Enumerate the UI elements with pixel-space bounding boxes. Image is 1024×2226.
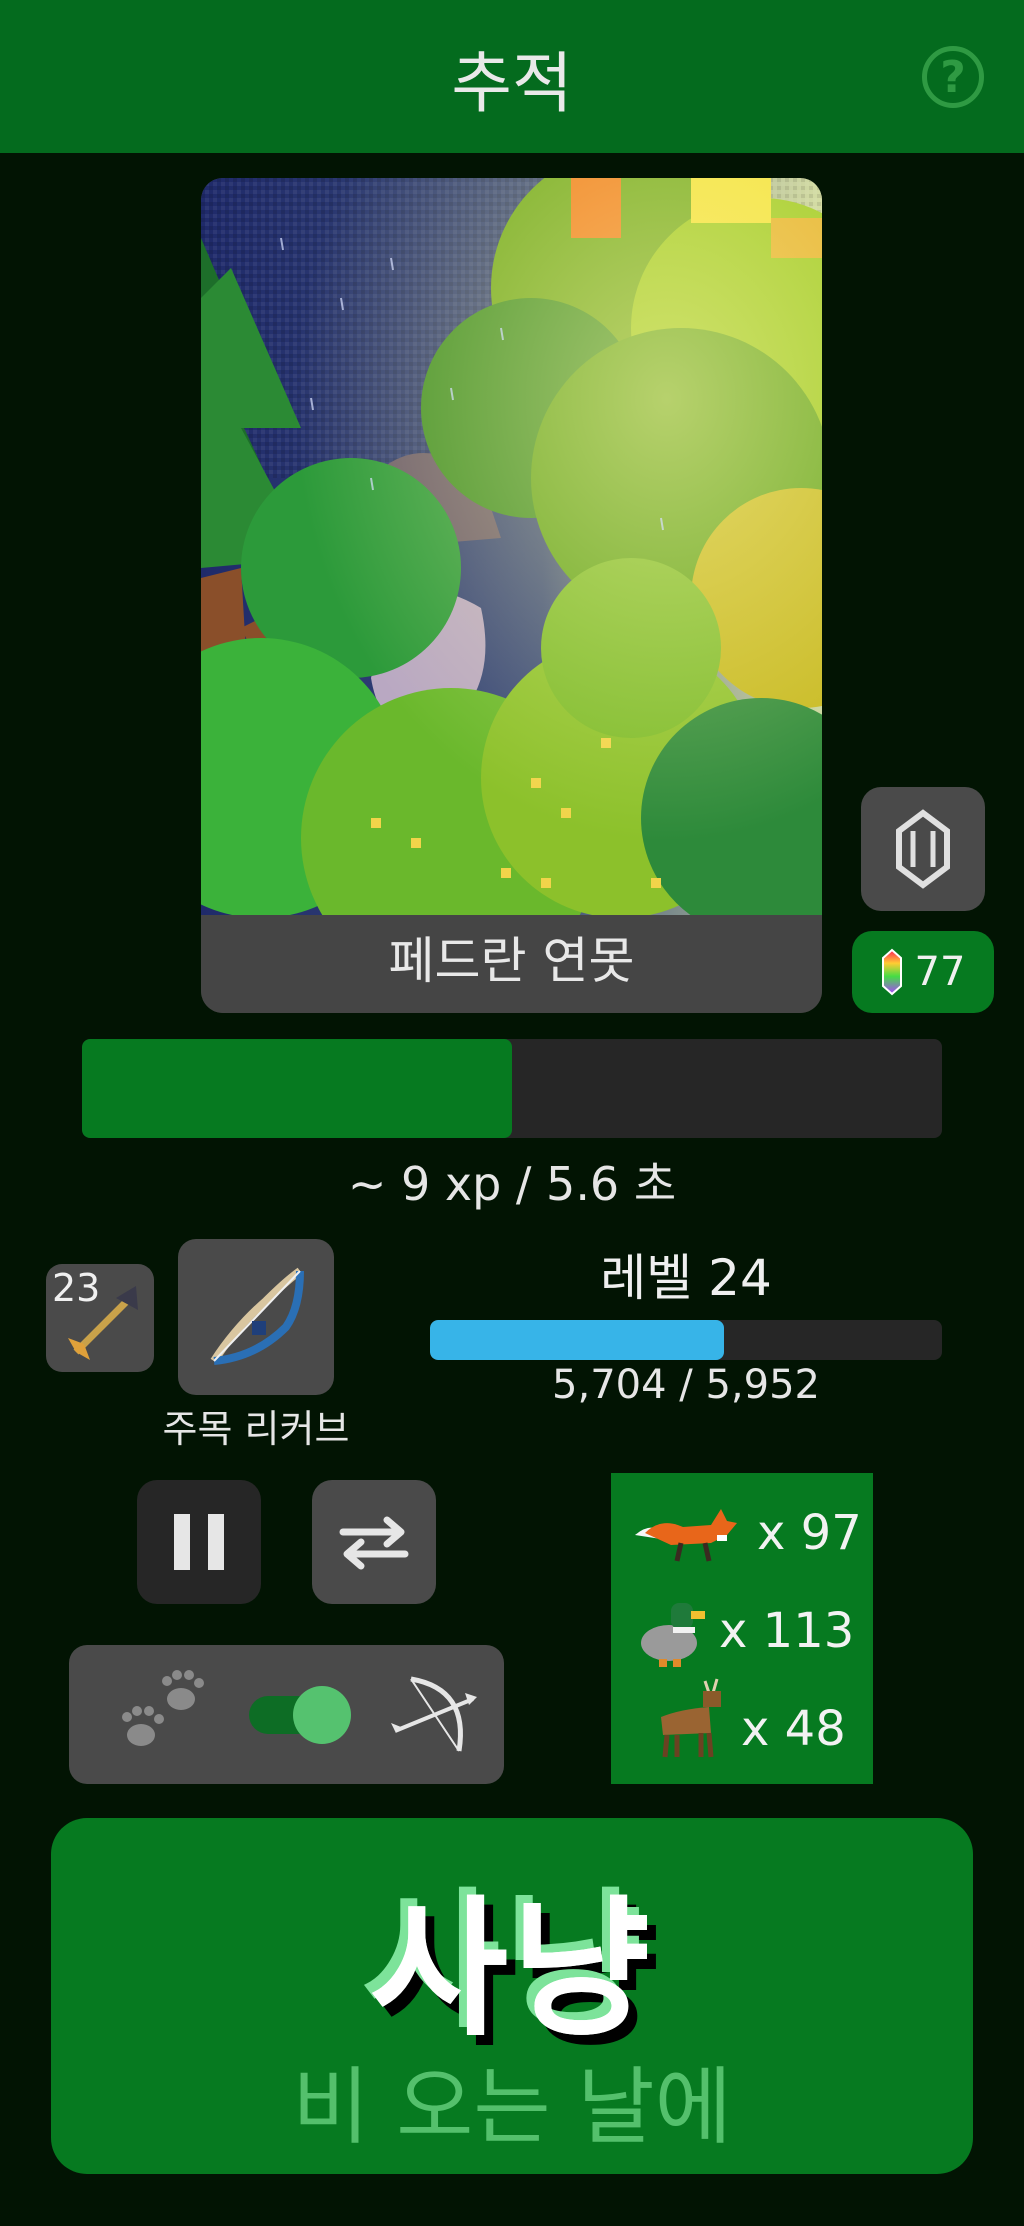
rainbow-crystal-icon <box>881 948 902 996</box>
deer-count: x 48 <box>741 1701 846 1757</box>
xp-progress-bar <box>430 1320 942 1360</box>
xp-progress-text: 5,704 / 5,952 <box>552 1362 820 1408</box>
help-button[interactable]: ? <box>922 46 984 108</box>
paw-prints-icon <box>122 1670 204 1746</box>
swap-arrows-icon <box>339 1516 409 1570</box>
catch-row-fox: x 97 <box>611 1487 873 1577</box>
tracking-progress-bar <box>82 1039 942 1138</box>
hunt-title: 사냥 <box>369 1883 654 2057</box>
catch-row-deer: x 48 <box>611 1678 873 1773</box>
catch-row-duck: x 113 <box>611 1585 873 1675</box>
top-bar: 추적 ? <box>0 0 1024 153</box>
location-card[interactable]: 페드란 연못 <box>201 178 822 1013</box>
pause-button[interactable] <box>137 1480 261 1604</box>
hunt-button[interactable]: 사냥 비 오는 날에 <box>51 1818 973 2174</box>
duck-count: x 113 <box>719 1603 855 1659</box>
arrow-icon <box>68 1286 138 1360</box>
crystal-counter: 77 <box>852 931 994 1013</box>
ammo-slot[interactable]: 23 <box>46 1264 154 1372</box>
hunt-subtitle: 비 오는 날에 <box>292 2058 732 2156</box>
toggle-knob <box>293 1686 351 1744</box>
tracking-progress-fill <box>82 1039 512 1138</box>
weapon-slot[interactable] <box>178 1239 334 1395</box>
crystal-count: 77 <box>914 949 966 995</box>
gem-icon <box>896 809 950 889</box>
recurve-bow-icon <box>210 1267 304 1365</box>
mode-toggle-switch[interactable] <box>249 1686 353 1744</box>
gem-button[interactable] <box>861 787 985 911</box>
weapon-name: 주목 리커브 <box>162 1407 350 1451</box>
location-name: 페드란 연못 <box>201 915 822 1013</box>
deer-icon <box>661 1678 721 1758</box>
question-circle-icon: ? <box>940 51 966 103</box>
page-title: 추적 <box>451 45 573 122</box>
xp-rate-text: ~ 9 xp / 5.6 초 <box>347 1157 677 1211</box>
mode-toggle-panel <box>69 1645 504 1784</box>
fox-count: x 97 <box>757 1505 862 1561</box>
bow-arrow-icon <box>391 1676 477 1752</box>
pause-icon <box>174 1514 224 1570</box>
xp-progress-fill <box>430 1320 725 1360</box>
catch-counts-panel: x 97 x 113 x 48 <box>611 1473 873 1784</box>
fox-icon <box>635 1509 737 1562</box>
forest-scene-image <box>201 178 822 915</box>
duck-icon <box>641 1603 705 1667</box>
swap-button[interactable] <box>312 1480 436 1604</box>
level-label: 레벨 24 <box>600 1249 772 1307</box>
